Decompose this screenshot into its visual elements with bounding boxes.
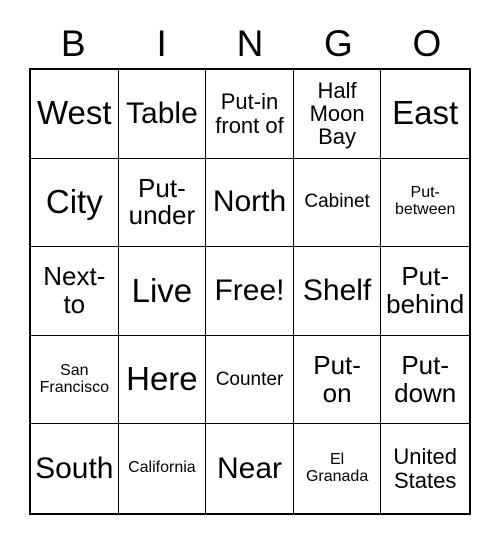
bingo-cell[interactable]: Cabinet — [293, 158, 382, 248]
bingo-cell-label: South — [35, 451, 114, 485]
bingo-cell[interactable]: North — [206, 158, 294, 248]
bingo-cell-label: San Francisco — [39, 361, 109, 396]
bingo-cell-label: Half Moon Bay — [309, 77, 365, 150]
bingo-cell-label: United States — [393, 444, 457, 493]
bingo-cell-free[interactable]: Free! — [206, 247, 294, 336]
bingo-cell-label: West — [37, 94, 112, 132]
bingo-card: B I N G O West Table Put-in front of Hal… — [0, 0, 500, 544]
bingo-cell-label: Put-in front of — [215, 89, 284, 138]
bingo-cell[interactable]: Put- behind — [381, 247, 469, 336]
bingo-cell[interactable]: Here — [118, 335, 207, 425]
bingo-cell[interactable]: Put-in front of — [206, 70, 294, 159]
bingo-cell[interactable]: Put- between — [381, 159, 469, 248]
bingo-cell[interactable]: Half Moon Bay — [293, 70, 382, 159]
bingo-cell-label: Table — [126, 96, 198, 130]
header-letter-n: N — [236, 22, 264, 64]
bingo-cell[interactable]: South — [31, 424, 119, 513]
header-letter-g: G — [324, 22, 353, 64]
bingo-cell-label: Cabinet — [304, 191, 370, 213]
bingo-cell-label: North — [212, 185, 287, 219]
bingo-cell[interactable]: East — [381, 70, 469, 159]
bingo-cell-label: Next- to — [43, 261, 106, 319]
bingo-cell-label: Put- behind — [386, 261, 465, 319]
bingo-header: B I N G O — [29, 18, 471, 68]
bingo-cell-label: Put- down — [394, 350, 457, 408]
bingo-cell[interactable]: Put- on — [293, 335, 382, 425]
bingo-cell-label: City — [45, 182, 103, 220]
bingo-cell[interactable]: Shelf — [293, 247, 382, 336]
bingo-cell[interactable]: City — [31, 158, 119, 248]
bingo-cell[interactable]: Put- under — [118, 158, 207, 248]
bingo-cell[interactable]: Live — [118, 247, 207, 336]
bingo-cell[interactable]: United States — [381, 424, 469, 513]
bingo-cell-label: Near — [216, 451, 282, 485]
bingo-cell[interactable]: West — [31, 70, 119, 159]
bingo-cell-label: Live — [131, 271, 193, 309]
bingo-cell-label: East — [392, 94, 459, 132]
bingo-cell-label: Put- on — [313, 350, 361, 408]
bingo-cell[interactable]: Put- down — [381, 336, 469, 425]
bingo-cell[interactable]: El Granada — [294, 424, 382, 513]
bingo-cell-label: Put- between — [394, 184, 456, 219]
bingo-cell[interactable]: Counter — [206, 335, 294, 425]
header-letter-o: O — [412, 22, 442, 64]
bingo-cell[interactable]: Table — [118, 70, 207, 159]
header-letter-i: I — [156, 22, 167, 64]
bingo-cell-label: Here — [126, 360, 198, 398]
bingo-cell-label: Free! — [214, 274, 285, 308]
bingo-grid: West Table Put-in front of Half Moon Bay… — [29, 68, 471, 515]
bingo-cell[interactable]: California — [119, 424, 207, 513]
bingo-cell-label: El Granada — [305, 450, 369, 485]
bingo-cell-label: California — [128, 459, 196, 477]
bingo-cell-label: Shelf — [302, 274, 372, 308]
bingo-cell[interactable]: San Francisco — [31, 335, 119, 425]
bingo-cell-label: Counter — [215, 368, 284, 390]
header-letter-b: B — [60, 22, 86, 64]
bingo-cell[interactable]: Next- to — [31, 247, 119, 336]
bingo-cell-label: Put- under — [128, 172, 196, 231]
bingo-cell[interactable]: Near — [206, 424, 294, 513]
